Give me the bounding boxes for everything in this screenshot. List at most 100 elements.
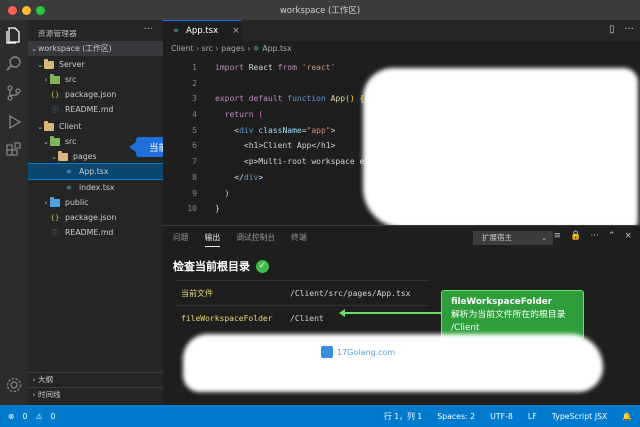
tab-app-tsx[interactable]: ⚛ App.tsx × bbox=[163, 20, 241, 41]
check-icon: ✓ bbox=[256, 259, 269, 273]
react-icon: ⚛ bbox=[65, 167, 73, 176]
line-number: 3 bbox=[192, 94, 197, 104]
chevron-right-icon: › bbox=[44, 198, 48, 207]
line-number: 5 bbox=[192, 125, 197, 135]
line-number: 6 bbox=[192, 141, 197, 151]
workspace-root[interactable]: ⌄ workspace (工作区) bbox=[28, 41, 163, 56]
chevron-down-icon: ⌄ bbox=[37, 122, 43, 131]
react-icon: ⚛ bbox=[172, 27, 180, 35]
table-row: fileWorkspaceFolder /Client bbox=[175, 305, 430, 330]
error-icon: ⊗ bbox=[8, 411, 15, 421]
redaction-overlay bbox=[363, 68, 638, 225]
tree-file-server-package-json[interactable]: {} package.json bbox=[28, 87, 163, 102]
settings-gear-icon[interactable] bbox=[5, 376, 23, 394]
callout-arrow bbox=[339, 309, 441, 317]
tree-file-app-tsx[interactable]: ⚛ App.tsx bbox=[28, 163, 163, 180]
source-control-icon[interactable] bbox=[5, 84, 23, 102]
title-bar: workspace (工作区) bbox=[0, 0, 640, 20]
editor-tabs: ⚛ App.tsx × ▯ ··· bbox=[163, 20, 640, 41]
minimize-window-button[interactable] bbox=[22, 6, 31, 15]
list-filter-icon[interactable]: ≡ bbox=[554, 231, 562, 241]
chevron-down-icon: ⌄ bbox=[43, 137, 49, 146]
more-actions-icon[interactable]: ··· bbox=[590, 231, 599, 241]
output-table: 当前文件 /Client/src/pages/App.tsx fileWorks… bbox=[175, 280, 430, 330]
json-icon: {} bbox=[50, 213, 60, 222]
tree-folder-public[interactable]: › public bbox=[28, 195, 163, 210]
encoding[interactable]: UTF-8 bbox=[490, 412, 513, 421]
chevron-right-icon: › bbox=[32, 375, 36, 384]
tab-terminal[interactable]: 终端 bbox=[291, 232, 307, 247]
react-icon: ⚛ bbox=[65, 183, 73, 192]
lock-icon[interactable]: 🔒 bbox=[570, 231, 581, 241]
tree-file-server-readme[interactable]: ⓘ README.md bbox=[28, 102, 163, 117]
tree-folder-server[interactable]: ⌄ Server bbox=[28, 57, 163, 72]
line-numbers: 1 2 3 4 5 6 7 8 9 10 bbox=[163, 60, 203, 217]
chevron-down-icon: ⌄ bbox=[31, 44, 37, 53]
workspace-folder-callout: fileWorkspaceFolder 解析为当前文件所在的根目录 /Clien… bbox=[441, 290, 584, 340]
info-icon: ⓘ bbox=[51, 228, 59, 237]
chevron-down-icon: ⌄ bbox=[37, 60, 43, 69]
breadcrumb-item[interactable]: Client bbox=[171, 44, 194, 53]
watermark: 17Golang.com bbox=[321, 346, 395, 358]
watermark-logo-icon bbox=[321, 346, 333, 358]
panel-tabs: 问题 输出 调试控制台 终端 bbox=[173, 232, 307, 247]
output-channel-select[interactable]: 扩展宿主 ⌄ bbox=[473, 231, 553, 245]
tree-file-client-package-json[interactable]: {} package.json bbox=[28, 210, 163, 225]
end-of-line[interactable]: LF bbox=[528, 412, 537, 421]
indentation[interactable]: Spaces: 2 bbox=[437, 412, 475, 421]
search-icon[interactable] bbox=[5, 55, 23, 73]
language-mode[interactable]: TypeScript JSX bbox=[552, 412, 608, 421]
tree-file-client-readme[interactable]: ⓘ README.md bbox=[28, 225, 163, 240]
outline-section[interactable]: › 大纲 bbox=[28, 372, 163, 386]
info-icon: ⓘ bbox=[51, 105, 59, 114]
table-row: 当前文件 /Client/src/pages/App.tsx bbox=[175, 280, 430, 305]
line-number: 1 bbox=[192, 63, 197, 72]
chevron-right-icon: › bbox=[44, 75, 48, 84]
more-actions-icon[interactable]: ··· bbox=[143, 24, 153, 35]
breadcrumb-item[interactable]: pages bbox=[221, 44, 245, 53]
tab-problems[interactable]: 问题 bbox=[173, 232, 189, 247]
breadcrumb-item[interactable]: App.tsx bbox=[262, 44, 291, 53]
timeline-section[interactable]: › 时间线 bbox=[28, 387, 163, 401]
notifications-bell-icon[interactable]: 🔔 bbox=[622, 412, 632, 421]
chevron-right-icon: › bbox=[32, 390, 36, 399]
json-icon: {} bbox=[50, 90, 60, 99]
redaction-overlay bbox=[183, 334, 603, 392]
folder-icon bbox=[44, 58, 54, 69]
zoom-window-button[interactable] bbox=[36, 6, 45, 15]
run-debug-icon[interactable] bbox=[5, 113, 23, 131]
tab-debug-console[interactable]: 调试控制台 bbox=[236, 232, 275, 247]
close-tab-icon[interactable]: × bbox=[232, 26, 240, 36]
breadcrumb-item[interactable]: src bbox=[202, 44, 213, 53]
warning-icon: ⚠ bbox=[35, 411, 43, 421]
split-editor-icon[interactable]: ▯ bbox=[609, 24, 615, 35]
line-number: 8 bbox=[192, 172, 197, 182]
maximize-panel-icon[interactable]: ⌃ bbox=[608, 231, 616, 241]
more-actions-icon[interactable]: ··· bbox=[624, 24, 634, 35]
extensions-icon[interactable] bbox=[5, 142, 23, 160]
close-window-button[interactable] bbox=[8, 6, 17, 15]
tab-output[interactable]: 输出 bbox=[204, 232, 221, 247]
line-number: 7 bbox=[192, 157, 197, 167]
status-bar: ⊗ 0 ⚠ 0 行 1，列 1 Spaces: 2 UTF-8 LF TypeS… bbox=[0, 405, 640, 427]
cursor-position[interactable]: 行 1，列 1 bbox=[384, 411, 422, 422]
folder-icon bbox=[50, 135, 60, 146]
folder-icon bbox=[50, 196, 60, 207]
tree-folder-client[interactable]: ⌄ Client bbox=[28, 119, 163, 134]
chevron-down-icon: ⌄ bbox=[51, 152, 57, 161]
tree-file-index-tsx[interactable]: ⚛ index.tsx bbox=[28, 180, 163, 195]
folder-icon bbox=[44, 120, 54, 131]
output-title: 检查当前根目录 ✓ bbox=[173, 258, 269, 274]
problems-indicator[interactable]: ⊗ 0 ⚠ 0 bbox=[8, 412, 55, 421]
line-number: 10 bbox=[187, 204, 197, 214]
explorer-sidebar: 资源管理器 ··· ⌄ workspace (工作区) ⌄ Server › s… bbox=[28, 20, 163, 405]
status-right: 行 1，列 1 Spaces: 2 UTF-8 LF TypeScript JS… bbox=[384, 411, 632, 422]
tree-folder-server-src[interactable]: › src bbox=[28, 72, 163, 87]
line-number: 4 bbox=[192, 110, 197, 120]
line-number: 9 bbox=[192, 188, 197, 198]
chevron-down-icon: ⌄ bbox=[541, 234, 547, 242]
line-number: 2 bbox=[192, 78, 197, 88]
editor-actions: ▯ ··· bbox=[609, 24, 634, 35]
close-panel-icon[interactable]: × bbox=[624, 231, 632, 241]
files-icon[interactable] bbox=[5, 26, 23, 44]
